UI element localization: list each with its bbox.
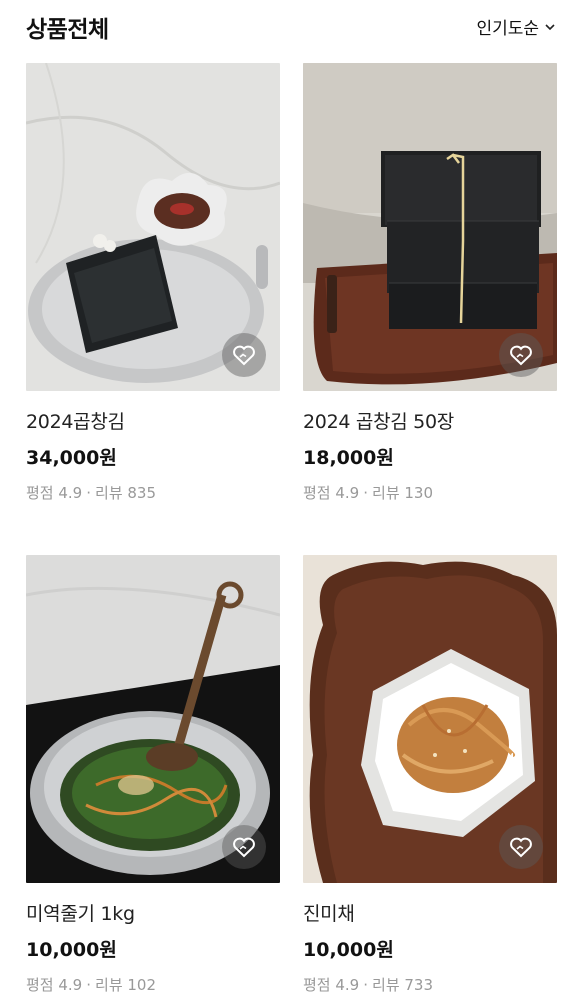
- product-price: 18,000원: [303, 447, 394, 469]
- rating-label: 평점 4.9: [26, 976, 83, 994]
- heart-icon: [510, 345, 532, 366]
- rating-label: 평점 4.9: [303, 976, 360, 994]
- product-meta: 평점 4.9 · 리뷰 130: [303, 482, 557, 503]
- product-card[interactable]: 진미채 10,000원 평점 4.9 · 리뷰 733: [303, 555, 557, 995]
- product-price: 10,000원: [26, 939, 117, 961]
- product-name[interactable]: 2024곱창김: [26, 407, 280, 434]
- wishlist-button[interactable]: [499, 333, 543, 377]
- rating-label: 평점 4.9: [26, 484, 83, 502]
- page-title: 상품전체: [26, 17, 109, 43]
- rating-label: 평점 4.9: [303, 484, 360, 502]
- product-name[interactable]: 진미채: [303, 899, 557, 926]
- product-image-seaweed-plate[interactable]: [26, 63, 280, 391]
- review-count: 리뷰 102: [95, 976, 157, 994]
- product-meta: 평점 4.9 · 리뷰 733: [303, 974, 557, 995]
- meta-separator: ·: [86, 976, 92, 994]
- product-image-dried-squid[interactable]: [303, 555, 557, 883]
- product-price: 34,000원: [26, 447, 117, 469]
- meta-separator: ·: [86, 484, 92, 502]
- product-name[interactable]: 미역줄기 1kg: [26, 899, 280, 926]
- product-meta: 평점 4.9 · 리뷰 102: [26, 974, 280, 995]
- product-card[interactable]: 미역줄기 1kg 10,000원 평점 4.9 · 리뷰 102: [26, 555, 280, 995]
- heart-icon: [233, 345, 255, 366]
- wishlist-button[interactable]: [222, 333, 266, 377]
- sort-dropdown[interactable]: 인기도순: [476, 14, 556, 39]
- product-price: 10,000원: [303, 939, 394, 961]
- heart-icon: [233, 837, 255, 858]
- product-card[interactable]: 2024 곱창김 50장 18,000원 평점 4.9 · 리뷰 130: [303, 63, 557, 503]
- product-image-seaweed-stem[interactable]: [26, 555, 280, 883]
- wishlist-button[interactable]: [499, 825, 543, 869]
- meta-separator: ·: [363, 976, 369, 994]
- review-count: 리뷰 835: [95, 484, 157, 502]
- product-name[interactable]: 2024 곱창김 50장: [303, 407, 557, 434]
- meta-separator: ·: [363, 484, 369, 502]
- review-count: 리뷰 733: [372, 976, 434, 994]
- chevron-down-icon: [545, 23, 555, 30]
- review-count: 리뷰 130: [372, 484, 434, 502]
- wishlist-button[interactable]: [222, 825, 266, 869]
- heart-icon: [510, 837, 532, 858]
- product-card[interactable]: 2024곱창김 34,000원 평점 4.9 · 리뷰 835: [26, 63, 280, 503]
- product-image-seaweed-stack[interactable]: [303, 63, 557, 391]
- page-header: 상품전체 인기도순: [0, 0, 580, 56]
- sort-label: 인기도순: [476, 19, 539, 39]
- product-meta: 평점 4.9 · 리뷰 835: [26, 482, 280, 503]
